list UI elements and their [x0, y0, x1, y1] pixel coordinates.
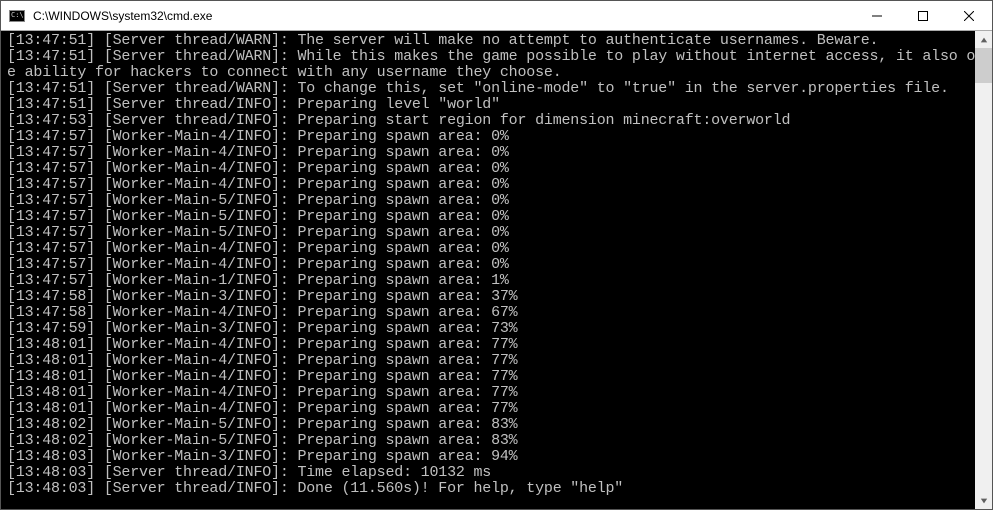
- window-title: C:\WINDOWS\system32\cmd.exe: [31, 9, 854, 23]
- minimize-button[interactable]: [854, 1, 900, 30]
- maximize-button[interactable]: [900, 1, 946, 30]
- scrollbar-thumb[interactable]: [975, 48, 992, 83]
- scrollbar-down-button[interactable]: [975, 492, 992, 509]
- titlebar[interactable]: C:\WINDOWS\system32\cmd.exe: [1, 1, 992, 31]
- client-area: [13:47:51] [Server thread/WARN]: The ser…: [1, 31, 992, 509]
- console-output[interactable]: [13:47:51] [Server thread/WARN]: The ser…: [1, 31, 975, 509]
- cmd-icon: [9, 10, 25, 22]
- window-controls: [854, 1, 992, 30]
- cmd-window: C:\WINDOWS\system32\cmd.exe [13:47:51] […: [0, 0, 993, 510]
- scrollbar-up-button[interactable]: [975, 31, 992, 48]
- vertical-scrollbar[interactable]: [975, 31, 992, 509]
- close-button[interactable]: [946, 1, 992, 30]
- scrollbar-track[interactable]: [975, 48, 992, 492]
